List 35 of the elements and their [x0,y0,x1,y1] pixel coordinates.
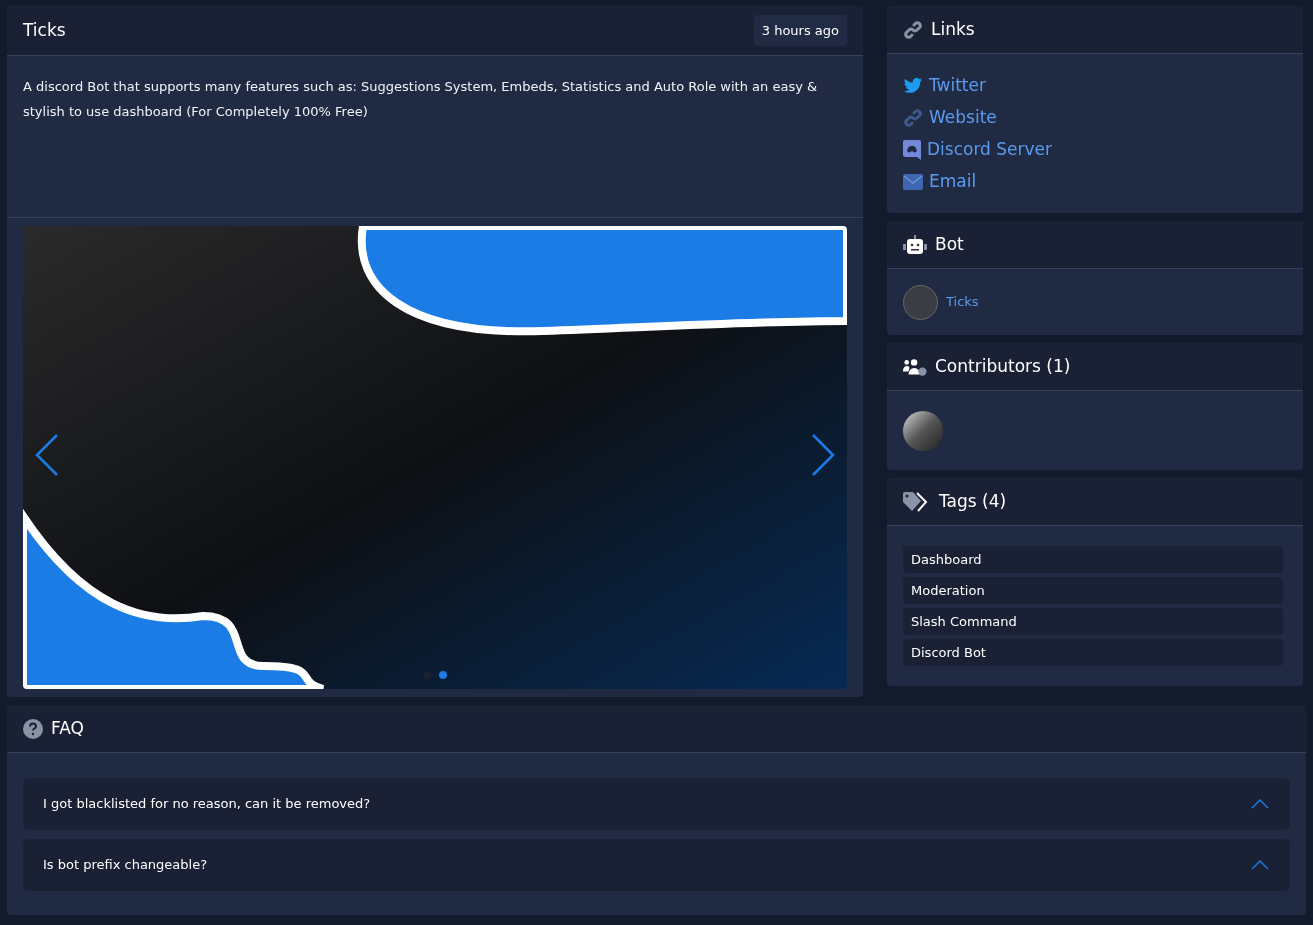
question-icon [23,718,43,739]
chevron-up-icon [1250,859,1270,871]
social-link[interactable]: Website [903,106,1287,129]
card-title: Bot [935,232,964,256]
robot-icon [903,234,927,255]
faq-question[interactable]: I got blacklisted for no reason, can it be removed? [23,778,1290,830]
link-icon [903,107,923,128]
social-link[interactable]: Twitter [903,74,1287,97]
chat-icon [903,139,921,160]
bot-link[interactable]: Ticks [946,292,979,312]
bot-title: Ticks [23,18,66,42]
contributor-avatar[interactable] [903,410,943,451]
envelope-icon [903,173,923,190]
tag-chip[interactable]: Discord Bot [903,639,1283,666]
question-text: I got blacklisted for no reason, can it be removed? [43,795,371,814]
users-icon [903,356,927,377]
faq-question[interactable]: Is bot prefix changeable? [23,839,1290,891]
chevron-right-icon [811,433,835,477]
question-text: Is bot prefix changeable? [43,856,208,875]
card-title: Tags (4) [939,489,1007,513]
link-icon [903,19,923,40]
time-badge: 3 hours ago [753,14,847,47]
chevron-left-icon [35,433,59,477]
card-title: Contributors (1) [935,354,1071,378]
tag-chip[interactable]: Dashboard [903,546,1283,573]
social-link[interactable]: Email [903,170,1287,193]
chevron-up-icon [1250,798,1270,810]
bird-icon [903,75,923,96]
bot-avatar [903,284,938,320]
social-link[interactable]: Discord Server [903,138,1287,161]
tag-chip[interactable]: Moderation [903,577,1283,604]
card-title: Links [931,17,975,41]
tag-chip[interactable]: Slash Command [903,608,1283,635]
card-title: FAQ [51,716,84,740]
bot-description: A discord Bot that supports many features such as: Suggestions System, Embeds, Statistics and Auto Role with an easy & stylish to use dashboard (For Completely 100% Free) [23,78,819,121]
